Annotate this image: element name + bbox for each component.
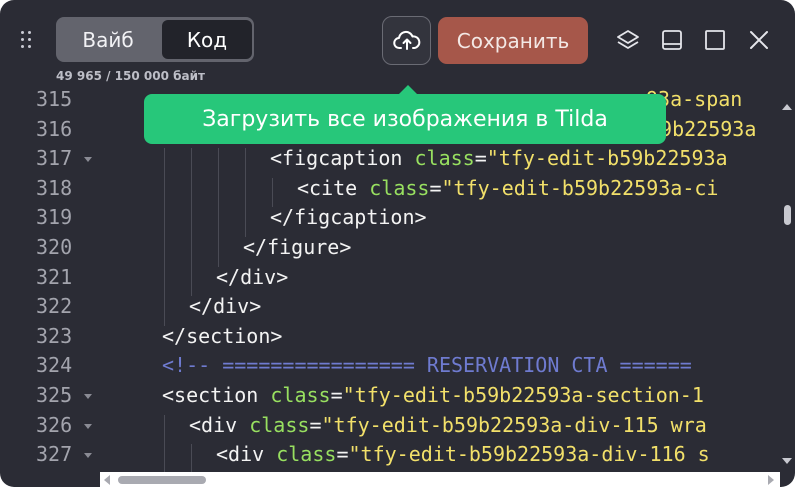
indent-guide [164, 414, 165, 445]
code-token: </section> [162, 323, 283, 348]
fold-arrow-icon[interactable] [84, 453, 92, 459]
code-token: class [414, 146, 475, 171]
indent-guide [272, 177, 273, 208]
code-line[interactable]: <div class="tfy-edit-b59b22593a-div-116 … [216, 442, 710, 472]
code-token: </div> [216, 264, 289, 289]
maximize-icon[interactable] [703, 28, 727, 52]
indent-guide [164, 296, 165, 326]
code-editor-window: Вайб Код 49 965 / 150 000 байт Сохранить… [0, 0, 795, 487]
indent-guide [164, 177, 165, 208]
code-token: <div [216, 442, 277, 467]
code-token: = [429, 175, 442, 200]
upload-tooltip: Загрузить все изображения в Tilda [144, 94, 666, 144]
horizontal-scroll-thumb[interactable] [118, 476, 206, 484]
code-area[interactable]: 315 93a-span 316 59b22593a 317 <figcaption cl… [0, 88, 770, 472]
indent-guide [191, 237, 192, 267]
indent-guide [164, 207, 165, 237]
code-token: <div [189, 412, 250, 437]
indent-guide [218, 148, 219, 178]
cloud-upload-icon [392, 30, 420, 50]
code-token: = [309, 412, 322, 437]
scroll-down-icon[interactable] [782, 458, 792, 464]
upload-images-button[interactable] [382, 16, 431, 65]
drag-handle-icon[interactable] [20, 31, 34, 49]
indent-guide [164, 148, 165, 178]
code-token: "tfy-edit-b59b22593a-div-116 s [348, 442, 710, 467]
indent-guide [164, 444, 165, 472]
scroll-up-icon[interactable] [782, 104, 792, 110]
fold-arrow-icon[interactable] [84, 423, 92, 429]
code-token: "tfy-edit-b59b22593a [486, 146, 728, 171]
scroll-right-icon[interactable] [768, 475, 774, 485]
indent-guide [191, 444, 192, 472]
code-token: <section [162, 383, 271, 407]
indent-guide [245, 148, 246, 178]
fold-arrow-icon[interactable] [84, 394, 92, 399]
mode-vibe-tab[interactable]: Вайб [56, 17, 160, 62]
byte-counter: 49 965 / 150 000 байт [56, 69, 205, 83]
mode-switch: Вайб Код [56, 17, 254, 62]
line-number: 318 [36, 175, 73, 200]
code-line[interactable]: <!-- ================ RESERVATION CTA ==… [162, 353, 692, 383]
line-number: 315 [36, 88, 73, 111]
code-token: "tfy-edit-b59b22593a-ci [441, 175, 719, 200]
line-number: 319 [36, 205, 73, 230]
line-number: 316 [36, 116, 73, 141]
indent-guide [218, 177, 219, 208]
indent-guide [218, 207, 219, 237]
line-number: 327 [36, 442, 73, 467]
code-line[interactable]: </div> [189, 294, 261, 324]
code-token: "tfy-edit-b59b22593a-div-115 wra [321, 412, 707, 437]
code-token: class [270, 383, 331, 407]
indent-guide [191, 207, 192, 237]
code-token: class [276, 442, 337, 467]
code-token: </div> [189, 294, 262, 319]
line-number: 325 [36, 383, 73, 407]
code-token: <!-- ================ RESERVATION CTA ==… [162, 353, 692, 378]
code-token: = [330, 383, 343, 407]
dock-bottom-icon[interactable] [660, 28, 684, 52]
code-token: </figcaption> [270, 205, 427, 230]
fold-arrow-icon[interactable] [84, 157, 92, 163]
code-line[interactable]: <figcaption class="tfy-edit-b59b22593a [270, 146, 728, 176]
scroll-left-icon[interactable] [104, 475, 110, 485]
layers-icon[interactable] [616, 28, 640, 52]
code-token: "tfy-edit-b59b22593a-section-1 [342, 383, 704, 407]
line-number: 320 [36, 235, 73, 259]
code-line[interactable]: </section> [162, 324, 282, 354]
line-number: 324 [36, 353, 73, 378]
line-number: 322 [36, 294, 73, 319]
close-icon[interactable] [747, 28, 771, 52]
indent-guide [191, 266, 192, 297]
line-number: 317 [36, 146, 73, 171]
code-token: </figure> [243, 235, 352, 259]
code-line[interactable]: </div> [216, 265, 288, 295]
line-number: 323 [36, 323, 73, 348]
code-line[interactable]: </figcaption> [270, 205, 427, 235]
indent-guide [245, 177, 246, 208]
line-number: 326 [36, 412, 73, 437]
code-token: <figcaption [270, 146, 415, 171]
code-line[interactable]: </figure> [243, 235, 351, 265]
indent-guide [245, 207, 246, 237]
line-number: 321 [36, 264, 73, 289]
vertical-scroll-thumb[interactable] [784, 205, 791, 225]
indent-guide [218, 237, 219, 267]
indent-guide [164, 266, 165, 297]
indent-guide [191, 177, 192, 208]
code-token: <cite [297, 175, 370, 200]
save-button[interactable]: Сохранить [438, 17, 588, 64]
code-line[interactable]: <div class="tfy-edit-b59b22593a-div-115 … [189, 413, 707, 443]
code-token: class [249, 412, 310, 437]
indent-guide [191, 148, 192, 178]
indent-guide [164, 237, 165, 267]
code-line[interactable]: <section class="tfy-edit-b59b22593a-sect… [162, 383, 704, 413]
code-token: = [336, 442, 349, 467]
vertical-scrollbar[interactable] [779, 100, 793, 468]
code-token: = [474, 146, 487, 171]
code-token: class [369, 175, 430, 200]
code-line[interactable]: <cite class="tfy-edit-b59b22593a-ci [297, 176, 718, 206]
mode-code-tab[interactable]: Код [162, 20, 252, 59]
